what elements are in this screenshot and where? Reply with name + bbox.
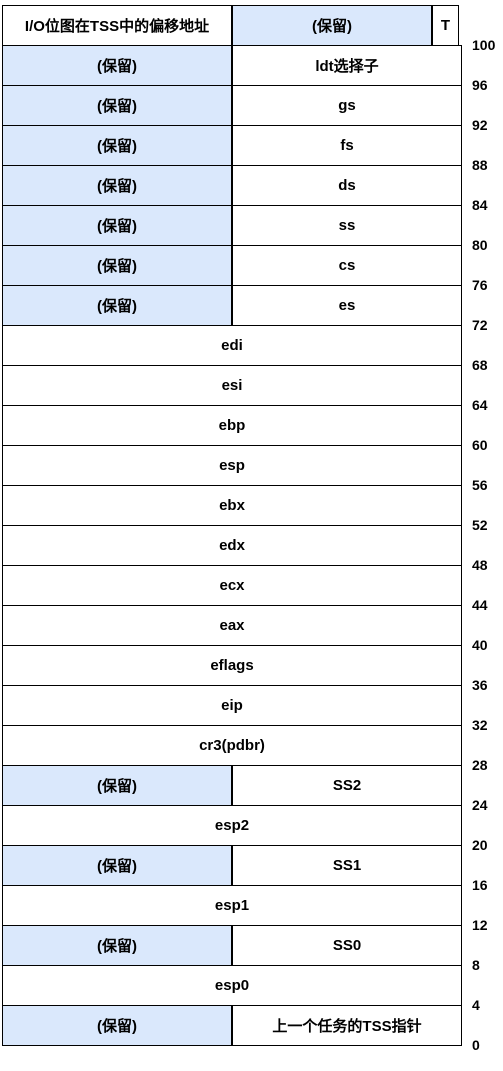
tss-field: 上一个任务的TSS指针 (232, 1005, 462, 1046)
tss-field: eax (2, 605, 462, 646)
tss-field: SS1 (232, 845, 462, 886)
offset-label: 92 (472, 117, 488, 133)
tss-field: ebp (2, 405, 462, 446)
reserved-field: (保留) (2, 925, 232, 966)
tss-field: esp1 (2, 885, 462, 926)
offset-label: 24 (472, 797, 488, 813)
tss-field: cr3(pdbr) (2, 725, 462, 766)
reserved-field: (保留) (2, 245, 232, 286)
reserved-field: (保留) (2, 1005, 232, 1046)
reserved-field: (保留) (2, 165, 232, 206)
tss-field: edx (2, 525, 462, 566)
offset-label: 28 (472, 757, 488, 773)
offset-label: 100 (472, 37, 496, 53)
tss-field: ecx (2, 565, 462, 606)
offset-label: 96 (472, 77, 488, 93)
tss-field: edi (2, 325, 462, 366)
reserved-field: (保留) (2, 85, 232, 126)
offset-label: 76 (472, 277, 488, 293)
tss-field: SS2 (232, 765, 462, 806)
tss-field: esp (2, 445, 462, 486)
offset-label: 84 (472, 197, 488, 213)
offset-label: 68 (472, 357, 488, 373)
reserved-field: (保留) (2, 285, 232, 326)
tss-field: esi (2, 365, 462, 406)
offset-label: 64 (472, 397, 488, 413)
offset-label: 44 (472, 597, 488, 613)
tss-field: ldt选择子 (232, 45, 462, 86)
offset-label: 88 (472, 157, 488, 173)
tss-field: SS0 (232, 925, 462, 966)
tss-field: esp0 (2, 965, 462, 1006)
offset-label: 48 (472, 557, 488, 573)
tss-field: I/O位图在TSS中的偏移地址 (2, 5, 232, 46)
offset-label: 52 (472, 517, 488, 533)
offset-label: 8 (472, 957, 480, 973)
reserved-field: (保留) (232, 5, 432, 46)
tss-field: ds (232, 165, 462, 206)
offset-label: 12 (472, 917, 488, 933)
offset-label: 60 (472, 437, 488, 453)
tss-field: gs (232, 85, 462, 126)
tss-field: esp2 (2, 805, 462, 846)
offset-label: 16 (472, 877, 488, 893)
tss-field: eip (2, 685, 462, 726)
offset-label: 72 (472, 317, 488, 333)
offset-label: 4 (472, 997, 480, 1013)
offset-label: 20 (472, 837, 488, 853)
offset-label: 40 (472, 637, 488, 653)
tss-field: cs (232, 245, 462, 286)
tss-field: ss (232, 205, 462, 246)
reserved-field: (保留) (2, 845, 232, 886)
reserved-field: (保留) (2, 45, 232, 86)
offset-label: 0 (472, 1037, 480, 1053)
tss-field: fs (232, 125, 462, 166)
reserved-field: (保留) (2, 125, 232, 166)
reserved-field: (保留) (2, 765, 232, 806)
tss-structure-diagram: I/O位图在TSS中的偏移地址 (保留) T (保留) ldt选择子 (保留) gs (保留)… (0, 0, 503, 1071)
tss-field: ebx (2, 485, 462, 526)
offset-label: 80 (472, 237, 488, 253)
offset-label: 36 (472, 677, 488, 693)
reserved-field: (保留) (2, 205, 232, 246)
tss-field: eflags (2, 645, 462, 686)
offset-label: 32 (472, 717, 488, 733)
tss-field: es (232, 285, 462, 326)
offset-label: 56 (472, 477, 488, 493)
tss-field: T (432, 5, 459, 46)
